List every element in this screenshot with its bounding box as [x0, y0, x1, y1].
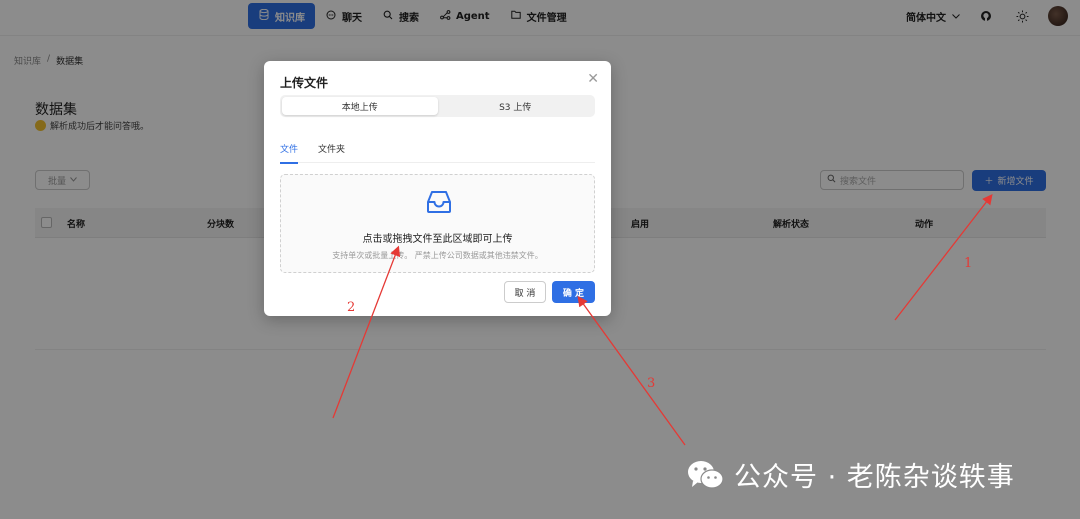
modal-title: 上传文件 [280, 76, 329, 90]
confirm-button[interactable]: 确 定 [552, 281, 595, 303]
tab-folder[interactable]: 文件夹 [318, 139, 345, 163]
cancel-button[interactable]: 取 消 [504, 281, 546, 303]
upload-dropzone[interactable]: 点击或拖拽文件至此区域即可上传 支持单次或批量上传。 严禁上传公司数据或其他违禁… [280, 174, 595, 273]
upload-source-segmented: 本地上传 S3 上传 [280, 95, 595, 117]
annotation-number-2: 2 [347, 300, 356, 315]
annotation-number-1: 1 [964, 256, 973, 271]
segment-s3-upload[interactable]: S3 上传 [438, 97, 594, 115]
upload-type-tabs: 文件 文件夹 [280, 139, 595, 164]
upload-file-modal: 上传文件 ✕ 本地上传 S3 上传 文件 文件夹 点击或拖拽文件至此区域即可上传… [264, 61, 611, 316]
close-icon[interactable]: ✕ [587, 71, 599, 87]
dropzone-main-text: 点击或拖拽文件至此区域即可上传 [362, 234, 513, 245]
tab-file[interactable]: 文件 [280, 139, 299, 164]
watermark-text: 公众号 · 老陈杂谈轶事 [734, 462, 1015, 493]
inbox-icon [427, 191, 451, 213]
segment-local-upload[interactable]: 本地上传 [282, 97, 438, 115]
wechat-logo-icon [688, 460, 724, 489]
watermark: 公众号 · 老陈杂谈轶事 [686, 455, 1015, 494]
dropzone-hint-text: 支持单次或批量上传。 严禁上传公司数据或其他违禁文件。 [332, 251, 543, 260]
annotation-number-3: 3 [647, 376, 656, 391]
